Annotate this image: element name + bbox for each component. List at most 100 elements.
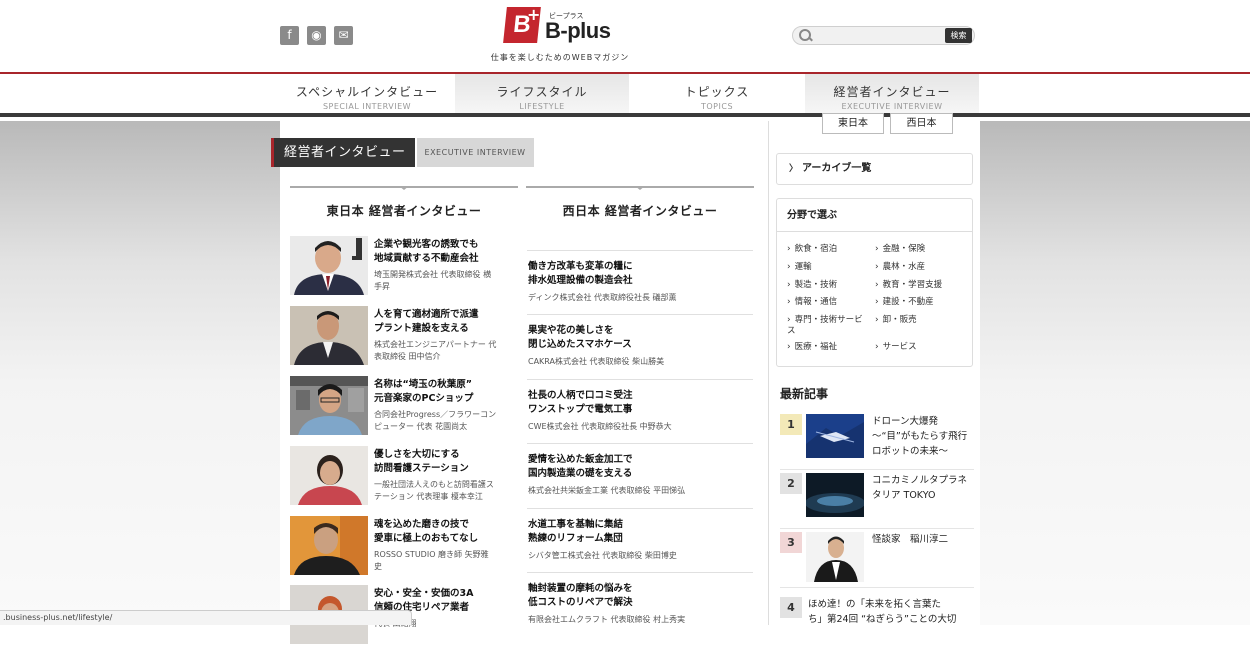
genre-link-right-6[interactable]: › サービス [875,342,917,353]
archive-label: アーカイブ一覧 [802,163,872,174]
article-thumbnail [806,532,864,582]
chevron-right-icon: › [787,262,791,272]
nav-label: スペシャルインタビュー [295,85,439,99]
west-heading: 西日本 経営者インタビュー [526,186,754,219]
genre-link-right-4[interactable]: › 建設・不動産 [875,297,934,308]
logo-wordmark: B-plus [545,18,611,43]
search-box: 検索 [792,26,975,45]
rank-badge: 1 [780,414,802,435]
article-author: 埼玉開発株式会社 代表取締役 横手昇 [374,270,492,291]
search-button[interactable]: 検索 [945,28,972,43]
chevron-right-icon: › [787,280,791,290]
genre-link-left-3[interactable]: › 製造・技術 [787,280,837,291]
nav-label: ライフスタイル [496,85,588,99]
status-bar-url: .business-plus.net/lifestyle/ [0,610,412,625]
article-title: 水道工事を基軸に集結 熟練のリフォーム集団 [528,519,624,544]
article-title: 社長の人柄で口コミ受注 ワンストップで電気工事 [528,390,633,415]
article-title: ほめ達！の「未来を拓く言葉た ち」第24回 “ねぎらう”ことの大切 [808,599,957,625]
background-right [980,121,1250,625]
section-subtitle: EXECUTIVE INTERVIEW [416,138,534,167]
west-article-1[interactable]: 働き方改革も変革の糧に 排水処理設備の製造会社 ディンク株式会社 代表取締役社長 … [527,250,753,314]
chevron-right-icon: › [875,262,879,272]
site-header: f ◉ ✉ B + ビープラス B-plus 仕事を楽しむためのWEBマガジン … [0,0,1250,74]
east-article-5[interactable]: 魂を込めた磨きの技で 愛車に極上のおもてなし ROSSO STUDIO 磨き師 矢… [290,516,518,578]
background-left [0,121,280,625]
article-author: CAKRA株式会社 代表取締役 柴山勝美 [528,357,665,366]
social-links: f ◉ ✉ [280,26,353,45]
east-article-3[interactable]: 名称は“埼玉の秋葉原” 元音楽家のPCショップ 合同会社Progress／フラワー… [290,376,518,438]
article-title: 魂を込めた磨きの技で 愛車に極上のおもてなし [374,519,479,544]
article-title: 果実や花の美しさを 閉じ込めたスマホケース [528,325,632,350]
west-article-3[interactable]: 社長の人柄で口コミ受注 ワンストップで電気工事 CWE株式会社 代表取締役社長 中… [527,379,753,443]
latest-article-4[interactable]: 4 ほめ達！の「未来を拓く言葉た ち」第24回 “ねぎらう”ことの大切 [780,597,974,653]
genre-link-left-4[interactable]: › 情報・通信 [787,297,837,308]
west-article-5[interactable]: 水道工事を基軸に集結 熟練のリフォーム集団 シバタ管工株式会社 代表取締役 柴田博… [527,508,753,572]
facebook-icon[interactable]: f [280,26,299,45]
latest-article-3[interactable]: 3 怪談家 稲川淳二 [780,532,974,588]
genre-link-right-3[interactable]: › 教育・学習支援 [875,280,942,291]
genre-link-right-1[interactable]: › 金融・保険 [875,244,925,255]
article-title: ドローン大爆発 〜“目”がもたらす飛行 ロボットの未来〜 [872,416,968,457]
rank-badge: 3 [780,532,802,553]
rss-icon[interactable]: ◉ [307,26,326,45]
search-icon [797,28,813,44]
nav-lifestyle[interactable]: ライフスタイル LIFESTYLE [455,74,629,113]
article-title: 愛情を込めた鈑金加工で 国内製造業の礎を支える [528,454,633,479]
chevron-right-icon: › [875,280,879,290]
article-title: 企業や観光客の誘致でも 地域貢献する不動産会社 [374,239,479,264]
west-article-2[interactable]: 果実や花の美しさを 閉じ込めたスマホケース CAKRA株式会社 代表取締役 柴山勝… [527,314,753,378]
nav-executive-interview[interactable]: 経営者インタビュー EXECUTIVE INTERVIEW [805,74,979,113]
genre-panel: 分野で選ぶ › 飲食・宿泊 › 運輸 › 製造・技術 › 情報・通信 › 専門・技術サービ… [776,198,973,367]
chevron-right-icon: › [787,342,791,352]
article-thumbnail [290,306,368,365]
latest-article-2[interactable]: 2 コニカミノルタプラネ タリア TOKYO [780,473,974,529]
column-divider [768,121,769,625]
east-heading: 東日本 経営者インタビュー [290,186,518,219]
mail-icon[interactable]: ✉ [334,26,353,45]
subnav-east-japan[interactable]: 東日本 [822,113,884,134]
article-title: 人を育て適材適所で派遣 プラント建設を支える [374,309,479,334]
genre-link-right-2[interactable]: › 農林・水産 [875,262,925,273]
article-author: ディンク株式会社 代表取締役社長 礒部薫 [528,293,677,302]
nav-special-interview[interactable]: スペシャルインタビュー SPECIAL INTERVIEW [280,74,454,113]
article-author: 株式会社エンジニアパートナー 代表取締役 田中信介 [374,340,497,361]
article-thumbnail [806,473,864,517]
nav-sublabel: TOPICS [700,102,734,111]
main-nav: スペシャルインタビュー SPECIAL INTERVIEW ライフスタイル LI… [0,74,1250,117]
article-author: 一般社団法人えのもと訪問看護ス テーション 代表理事 榎本幸江 [374,480,494,501]
chevron-right-icon: › [875,342,879,352]
genre-link-right-5[interactable]: › 卸・販売 [875,315,917,326]
west-article-4[interactable]: 愛情を込めた鈑金加工で 国内製造業の礎を支える 株式会社共栄鈑金工業 代表取締役 … [527,443,753,507]
article-thumbnail [806,414,864,458]
west-article-6[interactable]: 軸封装置の摩耗の悩みを 低コストのリペアで解決 有限会社エムクラフト 代表取締役 … [527,572,753,636]
article-author: CWE株式会社 代表取締役社長 中野恭大 [528,422,672,431]
section-heading: 経営者インタビュー EXECUTIVE INTERVIEW [271,138,534,167]
chevron-right-icon: 〉 [789,164,799,174]
article-author: 合同会社Progress／フラワーコン ピューター 代表 花園尚太 [374,410,497,431]
chevron-right-icon: › [875,297,879,307]
genre-link-left-2[interactable]: › 運輸 [787,262,812,273]
east-article-4[interactable]: 優しさを大切にする 訪問看護ステーション 一般社団法人えのもと訪問看護ス テーション… [290,446,518,508]
genre-link-left-1[interactable]: › 飲食・宿泊 [787,244,837,255]
nav-sublabel: SPECIAL INTERVIEW [322,102,412,111]
latest-heading: 最新記事 [780,387,829,401]
nav-label: トピックス [684,85,750,99]
article-title: 怪談家 稲川淳二 [872,534,949,545]
article-author: 株式会社共栄鈑金工業 代表取締役 平田悌弘 [528,486,686,495]
east-article-1[interactable]: 企業や観光客の誘致でも 地域貢献する不動産会社 埼玉開発株式会社 代表取締役 横手… [290,236,518,298]
genre-link-left-6[interactable]: › 医療・福祉 [787,342,837,353]
east-article-2[interactable]: 人を育て適材適所で派遣 プラント建設を支える 株式会社エンジニアパートナー 代表取… [290,306,518,368]
subnav-west-japan[interactable]: 西日本 [890,113,953,134]
latest-article-1[interactable]: 1 ドローン大爆発 〜“目”がもたらす飛行 ロボットの未来〜 [780,414,974,470]
genre-link-left-5[interactable]: › 専門・技術サービス [787,315,877,337]
chevron-right-icon: › [787,315,791,325]
search-input[interactable] [813,27,945,44]
nav-topics[interactable]: トピックス TOPICS [630,74,804,113]
section-title: 経営者インタビュー [271,138,415,167]
nav-sublabel: EXECUTIVE INTERVIEW [841,102,943,111]
article-thumbnail [290,236,368,295]
article-title: 軸封装置の摩耗の悩みを 低コストのリペアで解決 [528,583,633,608]
site-logo[interactable]: B + ビープラス B-plus [503,5,625,47]
article-title: コニカミノルタプラネ タリア TOKYO [872,475,968,501]
archive-link[interactable]: 〉アーカイブ一覧 [776,153,973,185]
